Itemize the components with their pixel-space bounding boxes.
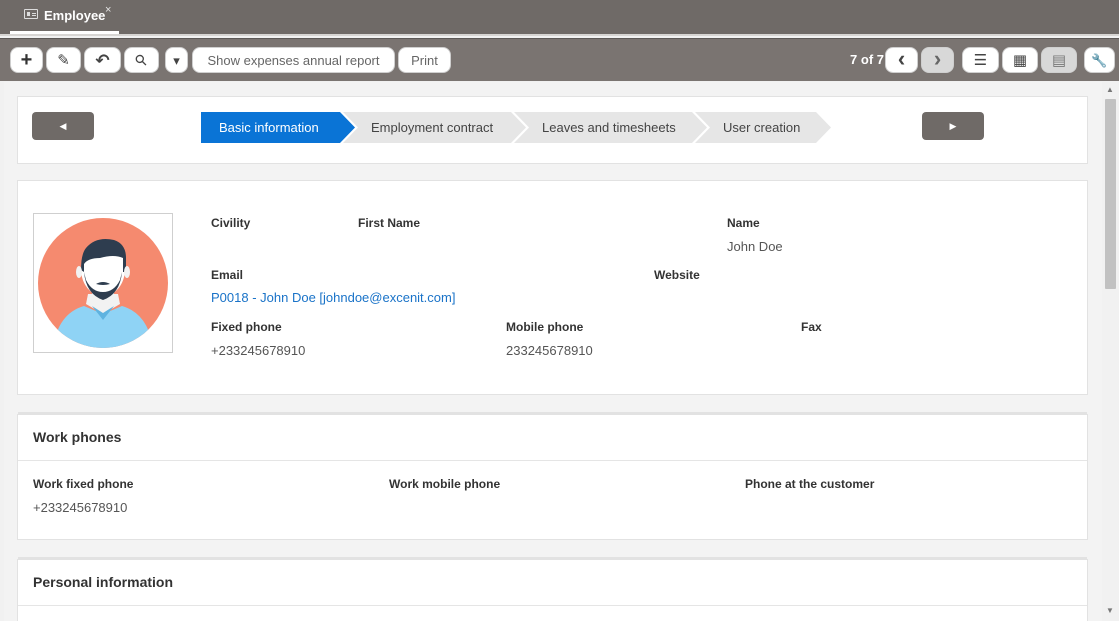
undo-button[interactable]: ↶: [84, 47, 121, 73]
step-label: Employment contract: [371, 120, 494, 135]
step-leaves-and-timesheets[interactable]: Leaves and timesheets: [514, 112, 707, 143]
scroll-thumb[interactable]: [1105, 99, 1116, 289]
vertical-scrollbar[interactable]: ▲ ▼: [1102, 82, 1119, 621]
caret-left-icon: ◀: [59, 120, 67, 131]
work-fixed-phone-value: +233245678910: [33, 500, 128, 515]
wizard-panel: ◀ Basic information Employment contract …: [17, 96, 1088, 164]
print-button[interactable]: Print: [398, 47, 451, 73]
email-link[interactable]: P0018 - John Doe [johndoe@excenit.com]: [211, 290, 455, 305]
actions-dropdown-button[interactable]: ▾: [165, 47, 188, 73]
plus-icon: +: [20, 49, 33, 71]
avatar-icon: [38, 218, 168, 348]
personal-information-title: Personal information: [33, 574, 174, 590]
step-label: User creation: [723, 120, 801, 135]
settings-button[interactable]: 🔧: [1084, 47, 1115, 73]
document-icon: ▤: [1051, 51, 1067, 69]
record-counter: 7 of 7: [850, 52, 884, 67]
edit-button[interactable]: ✎: [46, 47, 81, 73]
form-view-button[interactable]: ▤: [1041, 47, 1077, 73]
previous-record-button[interactable]: ‹: [885, 47, 918, 73]
scroll-up-arrow-icon[interactable]: ▲: [1106, 85, 1114, 94]
id-card-icon: [24, 9, 38, 19]
fixed-phone-label: Fixed phone: [211, 320, 282, 334]
civility-label: Civility: [211, 216, 251, 230]
step-label: Basic information: [219, 120, 319, 135]
toolbar: + ✎ ↶ ⚲ ▾ Show expenses annual report Pr…: [0, 38, 1119, 81]
employee-photo[interactable]: [33, 213, 173, 353]
close-icon[interactable]: ×: [105, 4, 111, 16]
show-expenses-report-button[interactable]: Show expenses annual report: [192, 47, 395, 73]
caret-down-icon: ▾: [173, 52, 180, 68]
employee-profile-panel: Civility First Name Name John Doe Email …: [17, 180, 1088, 395]
name-value: John Doe: [727, 239, 783, 254]
first-name-label: First Name: [358, 216, 421, 230]
work-phones-title: Work phones: [33, 429, 122, 445]
step-basic-information[interactable]: Basic information: [201, 112, 355, 143]
mobile-phone-label: Mobile phone: [506, 320, 584, 334]
step-user-creation[interactable]: User creation: [695, 112, 831, 143]
website-label: Website: [654, 268, 700, 282]
scroll-down-arrow-icon[interactable]: ▼: [1106, 606, 1114, 615]
divider: [18, 605, 1087, 606]
mobile-phone-value: 233245678910: [506, 343, 593, 358]
wrench-icon: 🔧: [1091, 52, 1108, 68]
tab-employee[interactable]: Employee ×: [10, 0, 119, 34]
form-content: ◀ Basic information Employment contract …: [4, 82, 1102, 621]
work-fixed-phone-label: Work fixed phone: [33, 477, 134, 491]
step-label: Leaves and timesheets: [542, 120, 676, 135]
list-view-button[interactable]: ☰: [962, 47, 999, 73]
phone-at-customer-label: Phone at the customer: [745, 477, 875, 491]
name-label: Name: [727, 216, 760, 230]
paperclip-icon: ⚲: [131, 50, 152, 70]
undo-icon: ↶: [95, 50, 110, 70]
wizard-previous-button[interactable]: ◀: [32, 112, 94, 140]
tab-label: Employee: [44, 8, 106, 23]
pencil-icon: ✎: [57, 51, 70, 69]
fixed-phone-value: +233245678910: [211, 343, 306, 358]
next-record-button[interactable]: ›: [921, 47, 954, 73]
work-mobile-phone-label: Work mobile phone: [389, 477, 501, 491]
wizard-next-button[interactable]: ▶: [922, 112, 984, 140]
email-label: Email: [211, 268, 244, 282]
personal-information-panel: Personal information: [17, 557, 1088, 621]
fax-label: Fax: [801, 320, 822, 334]
chevron-right-icon: ›: [933, 45, 942, 71]
new-button[interactable]: +: [10, 47, 43, 73]
chevron-left-icon: ‹: [897, 45, 906, 71]
grid-icon: ▦: [1012, 51, 1028, 69]
step-employment-contract[interactable]: Employment contract: [343, 112, 526, 143]
divider: [18, 460, 1087, 461]
tab-strip: Employee ×: [0, 0, 1119, 36]
grid-view-button[interactable]: ▦: [1002, 47, 1038, 73]
attach-button[interactable]: ⚲: [124, 47, 159, 73]
work-phones-panel: Work phones Work fixed phone +2332456789…: [17, 412, 1088, 540]
caret-right-icon: ▶: [949, 120, 957, 131]
list-icon: ☰: [973, 51, 988, 69]
